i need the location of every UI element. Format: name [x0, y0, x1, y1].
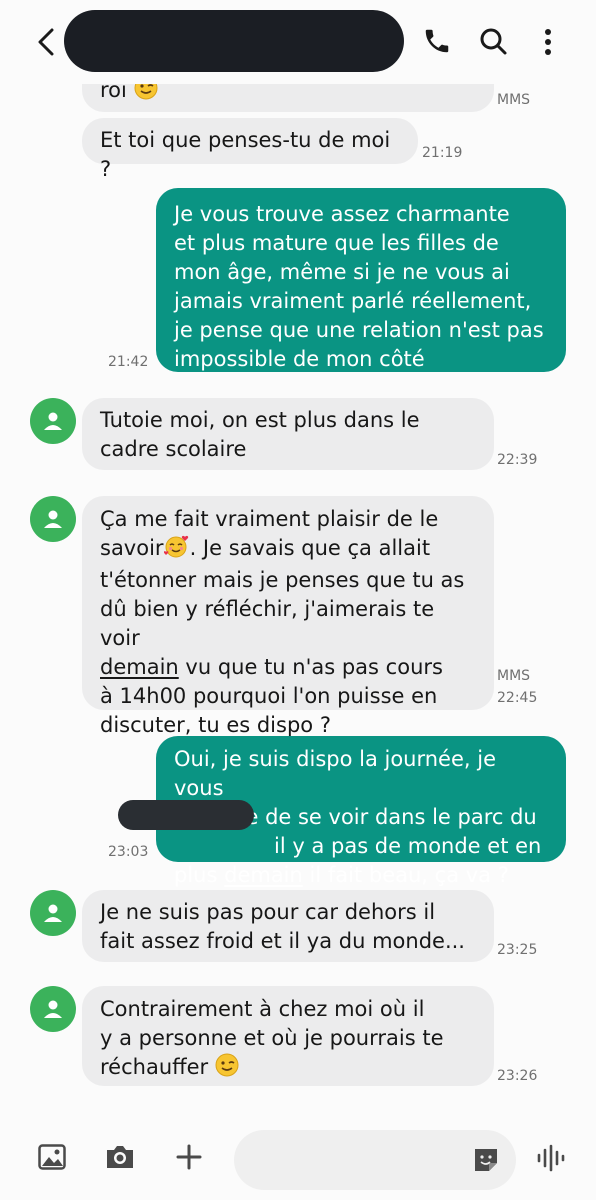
message-line-with-link: plus demain il fait beau, ça va ? [174, 863, 509, 887]
phone-icon[interactable] [422, 26, 452, 60]
redacted-contact-name[interactable] [64, 10, 404, 72]
message-time: 23:03 [108, 844, 149, 860]
message-time: 22:45 [497, 690, 538, 706]
message-line: Je ne suis pas pour car dehors il [100, 900, 436, 924]
image-icon[interactable] [38, 1144, 66, 1174]
message-incoming[interactable]: Tutoie moi, on est plus dans le cadre sc… [82, 398, 494, 470]
message-line: et plus mature que les filles de [174, 231, 499, 255]
message-meta-mms: MMS [497, 92, 531, 108]
message-line: t'étonner mais je penses que tu as [100, 568, 465, 592]
message-incoming[interactable]: Et toi que penses-tu de moi ? [82, 118, 418, 181]
contact-avatar[interactable] [30, 496, 76, 542]
search-icon[interactable] [478, 26, 508, 60]
camera-icon[interactable] [104, 1144, 136, 1174]
message-line: dû bien y réfléchir, j'aimerais te voir [100, 597, 435, 650]
date-link[interactable]: demain [100, 655, 179, 679]
message-line: je pense que une relation n'est pas [174, 318, 544, 342]
message-outgoing[interactable]: Oui, je suis dispo la journée, je vous p… [156, 736, 566, 887]
contact-avatar[interactable] [30, 986, 76, 1032]
back-arrow-icon[interactable] [36, 28, 56, 60]
redacted-place-name [118, 800, 254, 830]
message-line-with-emoji: savoir. Je savais que ça allait [100, 534, 476, 566]
message-line: cadre scolaire [100, 437, 247, 461]
wink-emoji [215, 1053, 239, 1085]
message-line: jamais vraiment parlé réellement, [174, 289, 532, 313]
message-line: Tutoie moi, on est plus dans le [100, 408, 420, 432]
contact-avatar[interactable] [30, 890, 76, 936]
message-incoming[interactable]: Ça me fait vraiment plaisir de le savoir… [82, 496, 494, 737]
message-time: 21:19 [422, 145, 463, 161]
contact-avatar[interactable] [30, 398, 76, 444]
message-incoming[interactable]: Contrairement à chez moi où il y a perso… [82, 986, 494, 1086]
message-line: mon âge, même si je ne vous ai [174, 260, 510, 284]
message-text: Et toi que penses-tu de moi ? [100, 128, 391, 181]
message-meta-mms: MMS [497, 668, 531, 684]
date-link[interactable]: demain [224, 863, 303, 887]
message-input[interactable] [234, 1130, 516, 1190]
message-line: y a personne et où je pourrais te [100, 1026, 444, 1050]
sticker-icon[interactable] [472, 1146, 500, 1178]
message-line: impossible de mon côté [174, 347, 425, 371]
top-bar [0, 0, 596, 84]
message-outgoing[interactable]: Je vous trouve assez charmante et plus m… [156, 188, 566, 372]
message-line: Oui, je suis dispo la journée, je vous [174, 747, 497, 800]
message-incoming[interactable]: Je ne suis pas pour car dehors il fait a… [82, 890, 494, 962]
message-time: 23:25 [497, 942, 538, 958]
message-time: 21:42 [108, 354, 149, 370]
message-line-with-link: demain vu que tu n'as pas cours [100, 655, 443, 679]
smiling-hearts-emoji [163, 534, 190, 566]
message-line: fait assez froid et il ya du monde... [100, 929, 465, 953]
message-time: 22:39 [497, 452, 538, 468]
message-line: Je vous trouve assez charmante [174, 202, 510, 226]
message-line: Contrairement à chez moi où il [100, 997, 425, 1021]
message-line-with-emoji: réchauffer [100, 1053, 476, 1085]
voice-icon[interactable] [536, 1144, 566, 1176]
message-line: à 14h00 pourquoi l'on puisse en [100, 684, 438, 708]
more-vert-icon[interactable] [540, 28, 556, 60]
plus-icon[interactable] [176, 1144, 202, 1174]
message-time: 23:26 [497, 1068, 538, 1084]
message-line: il y a pas de monde et en [274, 834, 542, 858]
message-line: Ça me fait vraiment plaisir de le [100, 507, 439, 531]
